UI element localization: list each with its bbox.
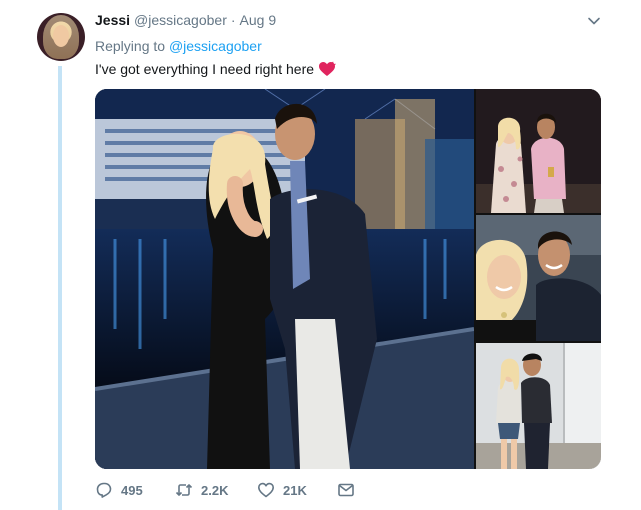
reply-icon: [96, 482, 112, 498]
retweet-count: 2.2K: [201, 482, 229, 498]
photo-main[interactable]: [95, 89, 474, 469]
separator-dot: ·: [230, 12, 236, 28]
reply-count: 495: [121, 482, 143, 498]
tweet-header: Jessi @jessicagober · Aug 9: [95, 12, 276, 30]
reply-button[interactable]: 495: [95, 481, 143, 499]
photo-top-right-scene: [476, 89, 601, 213]
avatar-face: [53, 25, 69, 47]
tweet-date[interactable]: Aug 9: [240, 12, 277, 28]
chevron-down-icon[interactable]: [587, 14, 601, 28]
photo-main-scene: [95, 89, 474, 469]
author-handle[interactable]: @jessicagober: [134, 12, 227, 28]
heart-icon: [258, 482, 274, 498]
replying-to-link[interactable]: @jessicagober: [169, 38, 262, 54]
tweet-text: I've got everything I need right here: [95, 61, 336, 77]
tweet[interactable]: Jessi @jessicagober · Aug 9 Replying to …: [0, 0, 641, 510]
retweet-button[interactable]: 2.2K: [175, 481, 228, 499]
photo-bottom-right[interactable]: [476, 343, 601, 469]
tweet-text-content: I've got everything I need right here: [95, 61, 315, 77]
retweet-icon: [175, 484, 193, 496]
avatar[interactable]: [37, 13, 85, 61]
photo-middle-right-scene: [476, 215, 601, 341]
envelope-icon: [338, 483, 354, 497]
photo-middle-right[interactable]: [476, 215, 601, 341]
replying-to: Replying to @jessicagober: [95, 38, 262, 54]
heart-emoji-icon: [318, 61, 336, 77]
thread-line: [58, 66, 62, 510]
photo-grid: [95, 89, 601, 469]
photo-top-right[interactable]: [476, 89, 601, 213]
replying-prefix: Replying to: [95, 38, 166, 54]
like-button[interactable]: 21K: [257, 481, 307, 499]
like-count: 21K: [283, 482, 307, 498]
author-name[interactable]: Jessi: [95, 12, 130, 28]
direct-message-button[interactable]: [337, 481, 355, 499]
photo-bottom-right-scene: [476, 343, 601, 469]
